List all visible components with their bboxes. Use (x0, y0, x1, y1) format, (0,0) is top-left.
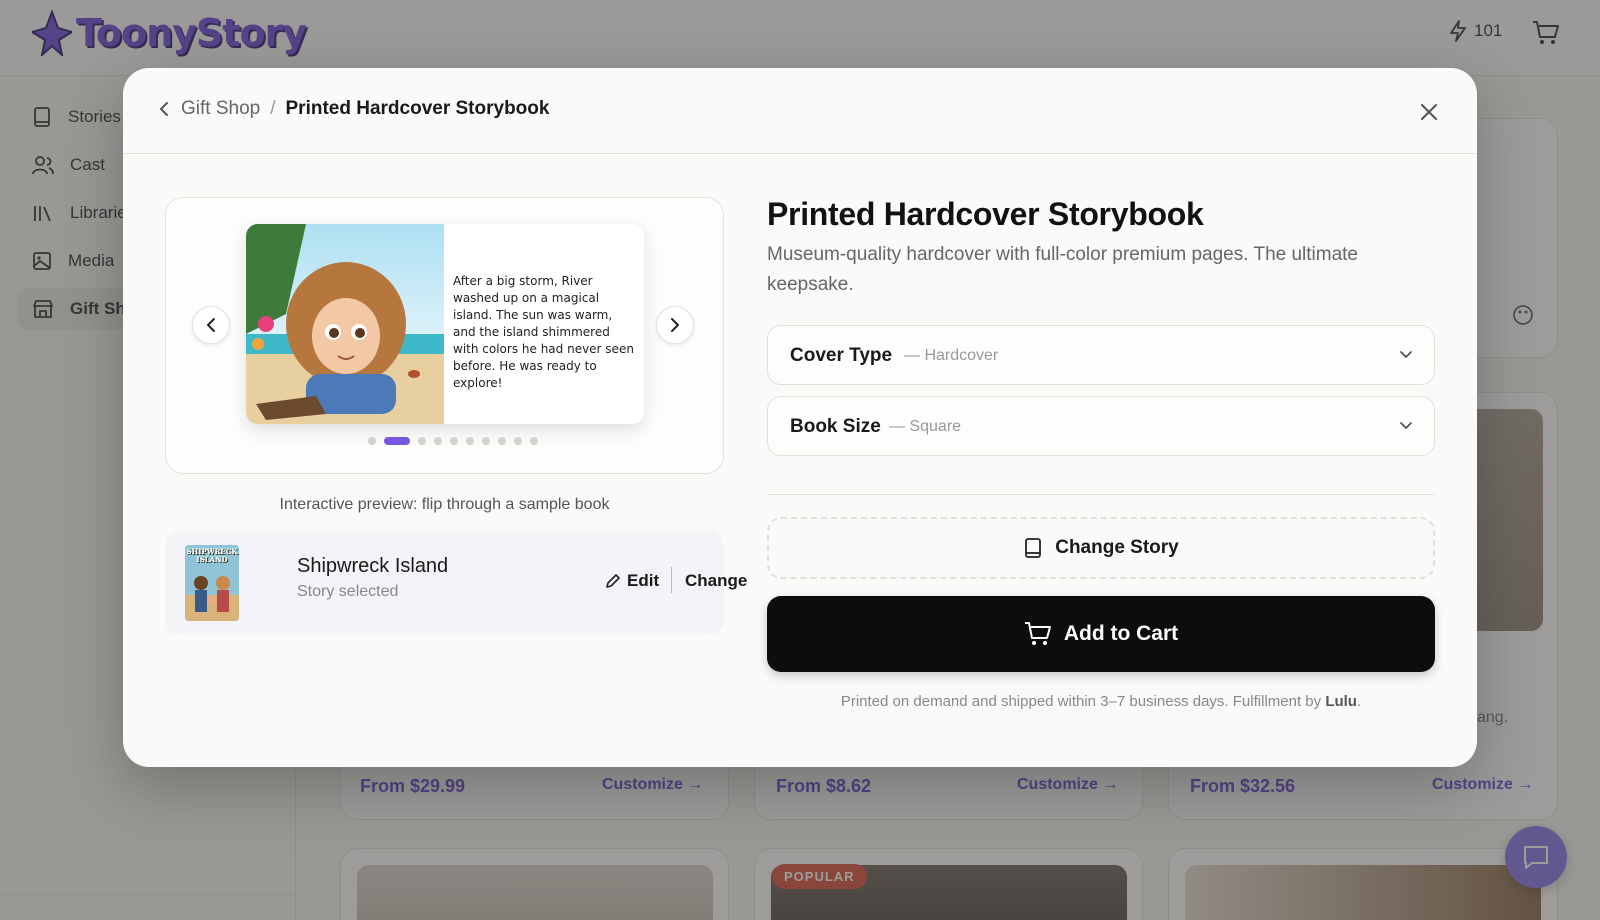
prev-page-button[interactable] (192, 306, 230, 344)
book-size-select[interactable]: Book Size — Square (767, 396, 1435, 456)
pencil-icon (606, 574, 620, 588)
page-dot[interactable] (466, 437, 474, 445)
book-spread[interactable]: After a big storm, River washed up on a … (246, 224, 644, 424)
page-dot[interactable] (482, 437, 490, 445)
chevron-right-icon (671, 318, 679, 332)
close-icon (1421, 104, 1437, 120)
book-illustration (246, 224, 444, 424)
breadcrumb-current: Printed Hardcover Storybook (285, 98, 550, 119)
edit-story-button[interactable]: Edit (605, 571, 659, 591)
fulfillment-note: Printed on demand and shipped within 3–7… (767, 693, 1435, 710)
add-to-cart-label: Add to Cart (1063, 622, 1179, 645)
page-indicator (368, 437, 538, 445)
chevron-left-icon (207, 318, 215, 332)
chevron-left-icon (160, 102, 168, 116)
page-dot[interactable] (498, 437, 506, 445)
divider (767, 494, 1435, 495)
breadcrumb-separator: / (270, 98, 276, 119)
product-modal: Gift Shop / Printed Hardcover Storybook (123, 68, 1477, 767)
chevron-down-icon (1400, 351, 1412, 358)
story-status: Story selected (297, 583, 399, 600)
cart-icon (1024, 622, 1051, 645)
breadcrumb-back-link[interactable]: Gift Shop (159, 98, 260, 120)
option-label: Book Size (790, 416, 881, 437)
page-dot[interactable] (418, 437, 426, 445)
edit-label: Edit (627, 571, 660, 590)
book-icon (1025, 538, 1042, 558)
change-story-link[interactable]: Change (685, 571, 747, 591)
preview-caption: Interactive preview: flip through a samp… (279, 496, 610, 513)
change-story-button[interactable]: Change Story (767, 517, 1435, 579)
fulfillment-suffix: . (1356, 693, 1362, 710)
story-title: Shipwreck Island (297, 555, 449, 577)
page-dot[interactable] (434, 437, 442, 445)
divider (671, 567, 672, 593)
change-story-label: Change Story (1055, 537, 1179, 558)
product-title: Printed Hardcover Storybook (767, 196, 1204, 232)
next-page-button[interactable] (656, 306, 694, 344)
option-label: Cover Type (790, 345, 893, 366)
breadcrumb: Gift Shop / Printed Hardcover Storybook (159, 98, 549, 120)
selected-story: SHIPWRECK ISLAND Shipwreck Island Story … (165, 531, 747, 635)
fulfillment-text: Printed on demand and shipped within 3–7… (840, 693, 1322, 710)
option-value: — Square (889, 418, 962, 435)
cover-type-select[interactable]: Cover Type — Hardcover (767, 325, 1435, 385)
page-dot[interactable] (368, 437, 376, 445)
product-description: Museum-quality hardcover with full-color… (767, 244, 1359, 295)
page-dot[interactable] (514, 437, 522, 445)
breadcrumb-parent: Gift Shop (181, 98, 261, 119)
close-button[interactable] (1413, 96, 1445, 128)
page-dot-active[interactable] (384, 437, 410, 445)
story-cover-title: SHIPWRECK ISLAND (186, 547, 238, 564)
story-cover-thumbnail: SHIPWRECK ISLAND (185, 545, 239, 621)
modal-header: Gift Shop / Printed Hardcover Storybook (123, 68, 1477, 154)
chevron-down-icon (1400, 422, 1412, 429)
fulfillment-partner: Lulu (1325, 693, 1357, 710)
book-page-text: After a big storm, River washed up on a … (453, 274, 634, 390)
book-preview: After a big storm, River washed up on a … (165, 197, 724, 474)
option-value: — Hardcover (904, 347, 999, 364)
page-dot[interactable] (450, 437, 458, 445)
page-dot[interactable] (530, 437, 538, 445)
add-to-cart-button[interactable]: Add to Cart (767, 596, 1435, 672)
